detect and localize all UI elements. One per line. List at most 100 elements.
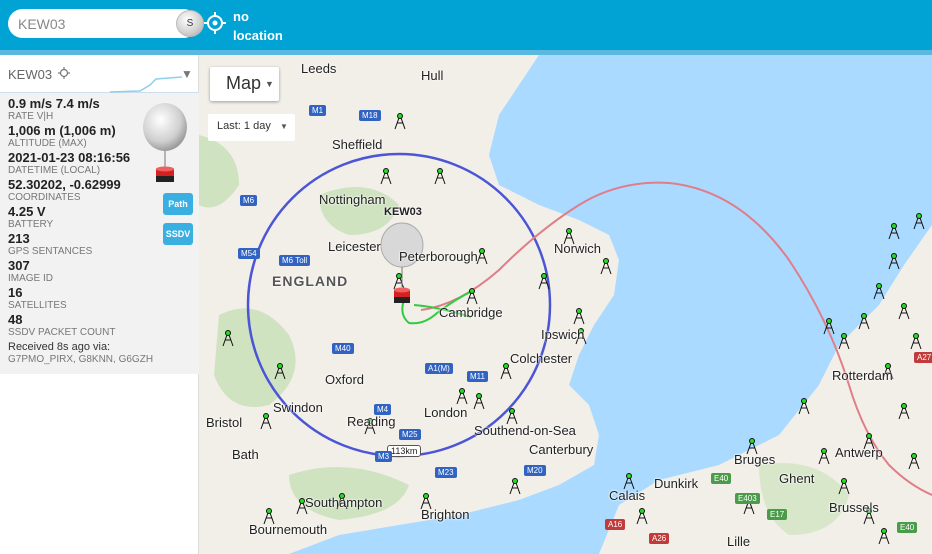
city-label: Cambridge: [439, 305, 503, 320]
stat-rate: 0.9 m/s 7.4 m/s RATE V|H: [8, 96, 100, 123]
balloon-panel-title: KEW03: [8, 67, 53, 82]
road-shield: M18: [359, 110, 381, 121]
city-label: Bath: [232, 447, 259, 462]
target-icon[interactable]: [58, 67, 70, 79]
map-type-select[interactable]: Map ▼: [210, 67, 279, 101]
time-range-label: Last: 1 day: [217, 120, 271, 132]
dropdown-caret-icon: ▼: [280, 122, 288, 131]
city-label: Bruges: [734, 452, 776, 467]
collapse-caret-icon[interactable]: ▼: [181, 67, 193, 81]
map-canvas[interactable]: Map ▼ Last: 1 day ▼ KEW03 113km Leeds Hu…: [199, 55, 932, 554]
crosshair-icon[interactable]: [204, 12, 226, 34]
city-label: Leicester: [328, 239, 381, 254]
road-shield: M3: [375, 451, 393, 462]
stat-battery: 4.25 V BATTERY: [8, 204, 54, 231]
stat-altitude-value: 1,006 m (1,006 m): [8, 123, 116, 138]
road-shield: E403: [735, 493, 760, 504]
sidebar: KEW03 ▼ 0.9 m/s 7.4 m/s RATE V|H 1,006 m…: [0, 55, 199, 554]
country-label: ENGLAND: [272, 273, 349, 289]
stat-ssdv-value: 48: [8, 312, 23, 327]
location-status-line1: no: [233, 9, 249, 24]
stat-coordinates: 52.30202, -0.62999 COORDINATES: [8, 177, 121, 204]
received-info: Received 8s ago via: G7PMO_PIRX, G8KNN, …: [8, 341, 193, 366]
path-button[interactable]: Path: [163, 193, 193, 215]
stat-gps-value: 213: [8, 231, 30, 246]
stat-coordinates-value: 52.30202, -0.62999: [8, 177, 121, 192]
city-label: Swindon: [273, 400, 323, 415]
map-type-label: Map: [226, 73, 262, 93]
city-label: Southend-on-Sea: [474, 423, 576, 438]
city-label: Bournemouth: [249, 522, 328, 537]
search-button[interactable]: S: [176, 10, 204, 37]
stat-rate-key: RATE V|H: [8, 111, 54, 122]
time-range-select[interactable]: Last: 1 day ▼: [208, 114, 295, 141]
road-shield: A1(M): [425, 363, 453, 374]
balloon-icon: [143, 103, 187, 182]
road-shield: E40: [711, 473, 732, 484]
city-label: Lille: [727, 534, 751, 549]
city-label: Reading: [347, 414, 396, 429]
received-label: Received 8s ago via:: [8, 341, 111, 353]
city-label: Brussels: [829, 500, 879, 515]
city-label: London: [424, 405, 468, 420]
city-label: Brighton: [421, 507, 470, 522]
stat-datetime-value: 2021-01-23 08:16:56: [8, 150, 131, 165]
stat-datetime-key: DATETIME (LOCAL): [8, 165, 101, 176]
stat-rate-value: 0.9 m/s 7.4 m/s: [8, 96, 100, 111]
map-tiles: [199, 55, 932, 554]
city-label: Hull: [421, 68, 444, 83]
city-label: Sheffield: [332, 137, 383, 152]
dropdown-caret-icon: ▼: [265, 79, 274, 89]
road-shield: E17: [767, 509, 788, 520]
received-callsigns: G7PMO_PIRX, G8KNN, G6GZH: [8, 354, 154, 365]
stat-image-id: 307 IMAGE ID: [8, 259, 54, 285]
city-label: Peterborough: [399, 249, 478, 264]
top-bar: S no location: [0, 0, 932, 50]
stat-ssdv: 48 SSDV PACKET COUNT: [8, 312, 115, 339]
city-label: Antwerp: [835, 445, 883, 460]
search-box: S: [8, 9, 204, 38]
stat-battery-value: 4.25 V: [8, 204, 46, 219]
search-input[interactable]: [18, 13, 168, 34]
city-label: Ghent: [779, 471, 815, 486]
city-label: Bristol: [206, 415, 243, 430]
stat-image-id-key: IMAGE ID: [8, 273, 54, 284]
city-label: Leeds: [301, 61, 337, 76]
stat-gps: 213 GPS SENTANCES: [8, 231, 93, 258]
city-label: Ipswich: [541, 327, 585, 342]
road-shield: E40: [897, 522, 918, 533]
road-shield: M1: [309, 105, 327, 116]
stat-altitude-key: ALTITUDE (MAX): [8, 138, 87, 149]
stat-battery-key: BATTERY: [8, 219, 54, 230]
road-shield: M54: [238, 248, 260, 259]
road-shield: M6: [240, 195, 258, 206]
road-shield: A16: [605, 519, 626, 530]
balloon-panel-header[interactable]: KEW03 ▼: [0, 55, 199, 93]
city-label: Nottingham: [319, 192, 386, 207]
city-label: Rotterdam: [832, 368, 893, 383]
road-shield: M6 Toll: [279, 255, 311, 266]
altitude-sparkline: [110, 76, 182, 93]
road-shield: M25: [399, 429, 421, 440]
city-label: Southampton: [305, 495, 383, 510]
location-status: no location: [233, 7, 283, 45]
stat-satellites: 16 SATELLITES: [8, 286, 67, 312]
road-shield: M4: [374, 404, 392, 415]
stat-datetime: 2021-01-23 08:16:56 DATETIME (LOCAL): [8, 150, 131, 177]
stat-coordinates-key: COORDINATES: [8, 192, 81, 203]
stat-altitude: 1,006 m (1,006 m) ALTITUDE (MAX): [8, 123, 116, 150]
city-label: Colchester: [510, 351, 573, 366]
road-shield: A26: [649, 533, 670, 544]
balloon-callsign-label: KEW03: [384, 206, 422, 218]
ssdv-button[interactable]: SSDV: [163, 223, 193, 245]
location-status-line2: location: [233, 28, 283, 43]
stat-satellites-key: SATELLITES: [8, 300, 67, 311]
range-scale-label: 113km: [387, 445, 422, 457]
city-label: Norwich: [554, 241, 601, 256]
road-shield: A27: [914, 352, 932, 363]
city-label: Canterbury: [529, 442, 594, 457]
city-label: Calais: [609, 488, 646, 503]
road-shield: M40: [332, 343, 354, 354]
balloon-panel-body: 0.9 m/s 7.4 m/s RATE V|H 1,006 m (1,006 …: [0, 93, 199, 374]
stat-gps-key: GPS SENTANCES: [8, 246, 93, 257]
